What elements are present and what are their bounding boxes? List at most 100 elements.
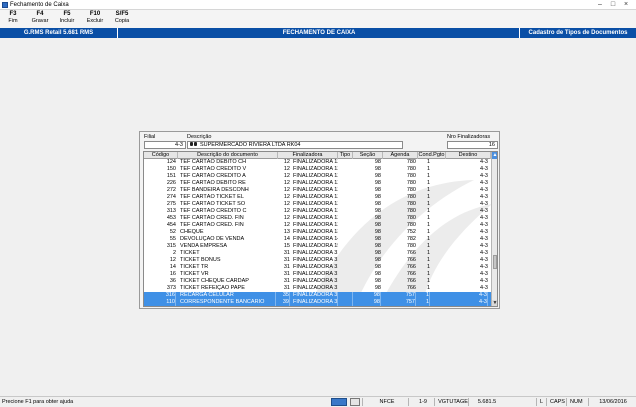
table-row[interactable]: 36 TICKET CHEQUE CARDÁP 31 FINALIZADORA 31 9… <box>144 278 491 285</box>
table-row[interactable]: 150 TEF CARTÃO CRÉDITO V 12 FINALIZADORA 12… <box>144 166 491 173</box>
cell-finalizadora-num: 13 <box>283 229 290 235</box>
table-row[interactable]: 315 VENDA EMPRESA 15 FINALIZADORA 15 98 780 1 4… <box>144 243 491 250</box>
table-row[interactable]: 454 TEF CARTÃO CRÉD. FIN 12 FINALIZADORA 12… <box>144 222 491 229</box>
table-row[interactable]: 16 TICKET VR 31 FINALIZADORA 31 98 766 1 4-3 <box>144 271 491 278</box>
table-row[interactable]: 274 TEF CARTÃO TICKET EL 12 FINALIZADORA 12… <box>144 194 491 201</box>
col-cond-pgto[interactable]: Cond.Pgto <box>418 152 446 159</box>
descricao-label: Descrição <box>187 134 212 140</box>
cell-finalizadora-nome: FINALIZADORA 35 <box>293 292 338 299</box>
cell-finalizadora-nome: FINALIZADORA 12 <box>293 194 338 200</box>
nro-finalizadoras-field: 16 <box>447 141 498 149</box>
cell-descricao: CHEQUE <box>180 229 204 235</box>
cell-codigo: 313 <box>166 208 176 214</box>
window-title: Fechamento de Caixa <box>10 2 69 8</box>
col-secao[interactable]: Seção <box>353 152 383 159</box>
col-finalizadora[interactable]: Finalizadora <box>278 152 338 159</box>
cell-codigo: 272 <box>166 187 176 193</box>
table-row[interactable]: 2 TICKET 31 FINALIZADORA 31 98 766 1 4-3 <box>144 250 491 257</box>
descricao-field[interactable]: SUPERMERCADO RIVIERA LTDA RK04 <box>187 141 403 149</box>
cell-cond-pgto: 1 <box>426 229 430 235</box>
cell-descricao: TEF BANDEIRA DESCONH <box>180 187 249 193</box>
toolbar-label: Gravar <box>31 18 49 24</box>
toolbar-excluir-button[interactable]: F10 Excluir <box>83 11 107 25</box>
table-row[interactable]: 110 CORRESPONDENTE BANCARIO 39 FINALIZADORA… <box>144 299 491 306</box>
cell-tipo <box>338 208 353 215</box>
app-icon <box>2 2 8 8</box>
cell-agenda: 780 <box>406 159 416 165</box>
toolbar-incluir-button[interactable]: F5 Incluir <box>55 11 79 25</box>
cell-tipo <box>338 215 353 222</box>
cell-finalizadora-num: 31 <box>283 278 290 284</box>
cell-agenda: 766 <box>406 278 416 284</box>
cell-finalizadora-nome: FINALIZADORA 31 <box>293 264 338 270</box>
toolbar-key: F10 <box>89 11 101 17</box>
cell-finalizadora-nome: FINALIZADORA 14 <box>293 236 338 242</box>
cell-agenda: 752 <box>406 229 416 235</box>
document-icon <box>350 398 360 406</box>
toolbar-copia-button[interactable]: S/F5 Copia <box>110 11 134 25</box>
status-caps: CAPS <box>546 398 566 406</box>
cell-tipo <box>338 264 353 271</box>
cell-finalizadora-num: 12 <box>283 187 290 193</box>
table-row[interactable]: 124 TEF CARTÃO DÉBITO CH 12 FINALIZADORA 12… <box>144 159 491 166</box>
table-row[interactable]: 313 TEF CARTÃO CRÉDITO C 12 FINALIZADORA 12… <box>144 208 491 215</box>
cell-finalizadora-num: 40 <box>278 306 290 307</box>
cell-secao: 98 <box>353 306 381 307</box>
binoculars-icon[interactable] <box>190 142 198 147</box>
cell-descricao: TICKET <box>180 250 200 256</box>
toolbar-key: F4 <box>36 11 44 17</box>
cell-descricao: TEF CARTÃO CRÉD. FIN <box>180 215 244 221</box>
table-row[interactable]: 12 TICKET BONUS 31 FINALIZADORA 31 98 766 1 4-3 <box>144 257 491 264</box>
maximize-button[interactable]: □ <box>607 0 619 9</box>
scroll-down-arrow-icon[interactable]: ▼ <box>492 300 497 306</box>
cell-codigo: 274 <box>166 194 176 200</box>
cell-destino: 4-3 <box>480 278 488 284</box>
status-user: VGTUTAGE <box>434 398 468 406</box>
col-destino[interactable]: Destino <box>446 152 491 159</box>
cell-codigo: 150 <box>166 166 176 172</box>
cell-cond-pgto: 1 <box>426 187 430 193</box>
cell-descricao: TEF CARTÃO DÉBITO RE <box>180 180 246 186</box>
cell-finalizadora-num: 12 <box>283 159 290 165</box>
cell-agenda: 766 <box>406 264 416 270</box>
scroll-thumb[interactable] <box>493 255 497 269</box>
cell-tipo <box>338 257 353 264</box>
cell-codigo: 151 <box>166 173 176 179</box>
close-button[interactable]: × <box>620 0 632 9</box>
col-descricao[interactable]: Descrição do documento <box>178 152 278 159</box>
table-row[interactable]: 151 TEF CARTÃO CRÉDITO A 12 FINALIZADORA 12… <box>144 173 491 180</box>
cell-descricao: TICKET TR <box>180 264 209 270</box>
cell-destino: 4-3 <box>446 306 488 307</box>
cell-finalizadora-num: 31 <box>283 264 290 270</box>
cell-descricao: RECARGA CELULAR <box>180 292 276 299</box>
table-row[interactable]: 275 TEF CARTÃO TICKET SO 12 FINALIZADORA 12… <box>144 201 491 208</box>
table-row[interactable]: 14 TICKET TR 31 FINALIZADORA 31 98 766 1 4-3 <box>144 264 491 271</box>
col-agenda[interactable]: Agenda <box>383 152 418 159</box>
col-tipo[interactable]: Tipo <box>338 152 353 159</box>
grid-scrollbar[interactable]: ▲ ▼ <box>491 152 497 306</box>
cell-destino: 4-3 <box>480 264 488 270</box>
toolbar-label: Fim <box>8 18 18 24</box>
table-row[interactable]: 226 TEF CARTÃO DÉBITO RE 12 FINALIZADORA 12… <box>144 180 491 187</box>
descricao-value: SUPERMERCADO RIVIERA LTDA RK04 <box>200 142 301 148</box>
table-row[interactable]: 272 TEF BANDEIRA DESCONH 12 FINALIZADORA 12… <box>144 187 491 194</box>
cell-finalizadora-nome: FINALIZADORA 31 <box>293 285 338 291</box>
col-codigo[interactable]: Código <box>144 152 178 159</box>
cell-finalizadora-num: 12 <box>283 194 290 200</box>
cell-agenda: 780 <box>406 180 416 186</box>
cell-descricao: RECEBIMENTOS <box>180 306 276 307</box>
cell-tipo <box>338 173 353 180</box>
scroll-up-arrow-icon[interactable]: ▲ <box>492 152 497 159</box>
table-row[interactable]: 52 CHEQUE 13 FINALIZADORA 13 98 752 1 4-3 <box>144 229 491 236</box>
filial-field[interactable]: 4-3 <box>144 141 186 149</box>
toolbar-fim-button[interactable]: F3 Fim <box>1 11 25 25</box>
minimize-button[interactable]: – <box>594 0 606 9</box>
keyboard-icon <box>331 398 347 406</box>
cell-finalizadora-nome: FINALIZADORA 12 <box>293 166 338 172</box>
table-row[interactable]: 40RECEBIMENTOS40FINALIZADORA 409875714-3 <box>144 306 491 307</box>
toolbar-gravar-button[interactable]: F4 Gravar <box>28 11 52 25</box>
table-row[interactable]: 55 DEVOLUÇÃO DE VENDA 14 FINALIZADORA 14 98 7… <box>144 236 491 243</box>
table-row[interactable]: 373 TICKET REFEIÇÃO PAPE 31 FINALIZADORA 31… <box>144 285 491 292</box>
table-row[interactable]: 316 RECARGA CELULAR 35 FINALIZADORA 35 98 757… <box>144 292 491 299</box>
table-row[interactable]: 453 TEF CARTÃO CRÉD. FIN 12 FINALIZADORA 12… <box>144 215 491 222</box>
